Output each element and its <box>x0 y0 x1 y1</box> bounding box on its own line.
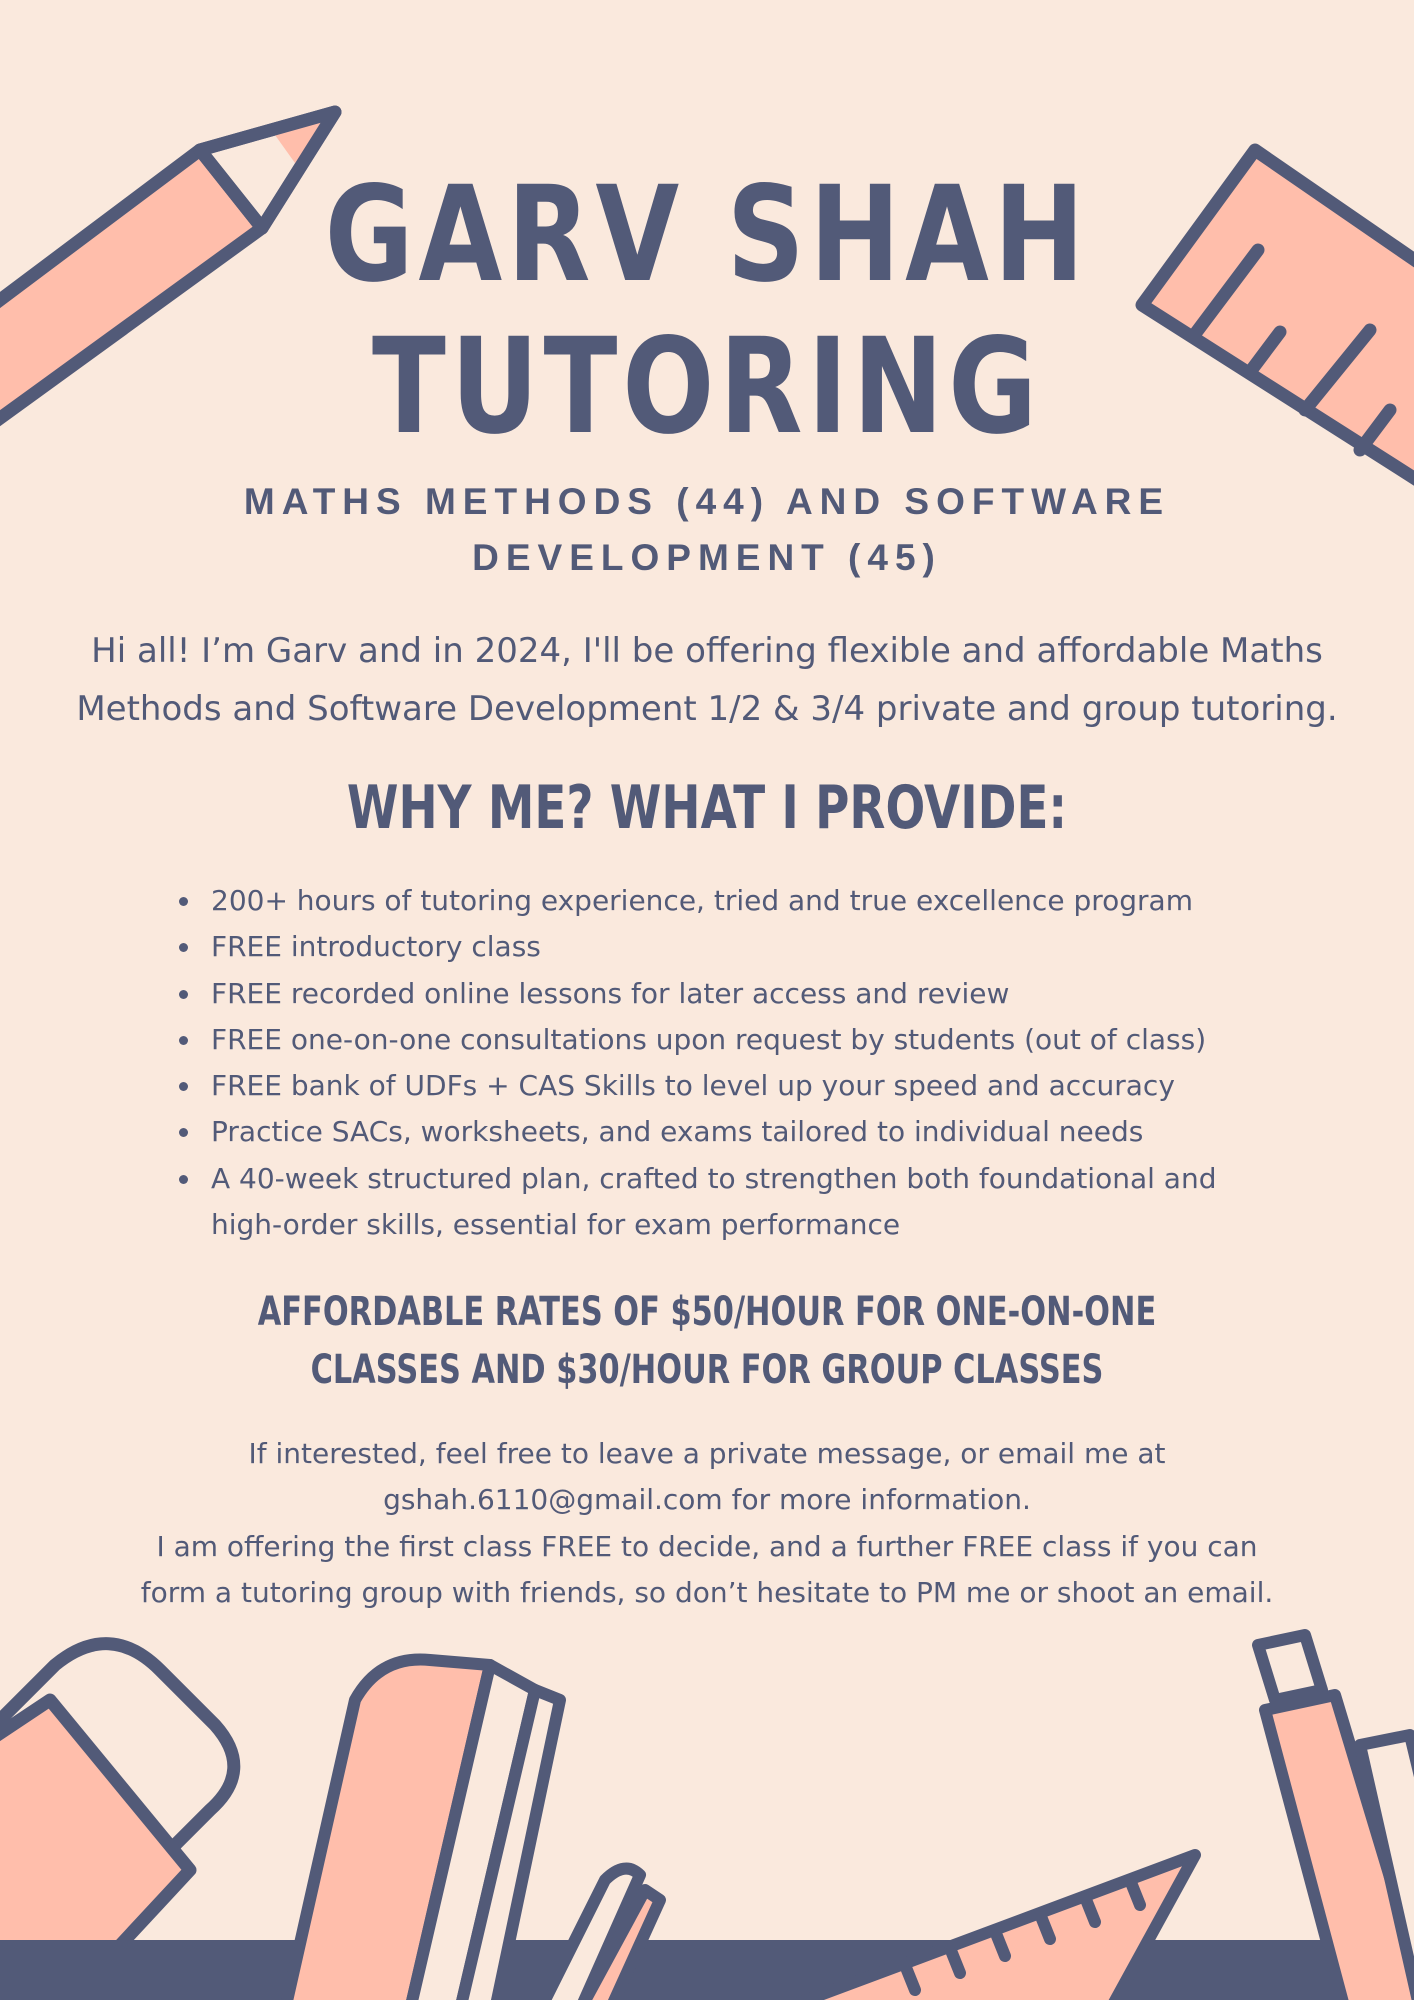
intro-line-1: Hi all! I’m Garv and in 2024, I'll be of… <box>91 631 1323 671</box>
list-item: Practice SACs, worksheets, and exams tai… <box>170 1109 1270 1155</box>
eraser-illustration <box>0 1637 241 2000</box>
list-item: FREE introductory class <box>170 924 1270 970</box>
subtitle-line-2: DEVELOPMENT (45) <box>472 537 942 578</box>
pen-illustration <box>1252 1629 1414 2000</box>
list-item: FREE bank of UDFs + CAS Skills to level … <box>170 1063 1270 1109</box>
list-item: A 40-week structured plan, crafted to st… <box>170 1156 1270 1249</box>
list-item: FREE one-on-one consultations upon reque… <box>170 1017 1270 1063</box>
page-title-line-1: GARV SHAH <box>324 158 1090 312</box>
page-title-line-2: TUTORING <box>372 310 1042 464</box>
rates-line-2: CLASSES AND $30/HOUR FOR GROUP CLASSES <box>310 1347 1104 1393</box>
intro-line-2: Methods and Software Development 1/2 & 3… <box>76 689 1338 729</box>
contact-line-4: form a tutoring group with friends, so d… <box>140 1576 1274 1609</box>
stationery-pile-illustration <box>281 1653 666 2000</box>
list-item: 200+ hours of tutoring experience, tried… <box>170 878 1270 924</box>
provide-heading: WHY ME? WHAT I PROVIDE: <box>346 773 1068 843</box>
contact-line-1: If interested, feel free to leave a priv… <box>248 1437 1166 1470</box>
benefits-list: 200+ hours of tutoring experience, tried… <box>170 878 1270 1248</box>
bottom-band <box>0 1940 1414 2000</box>
rates-line-1: AFFORDABLE RATES OF $50/HOUR FOR ONE-ON-… <box>257 1289 1157 1335</box>
contact-email-line: gshah.6110@gmail.com for more informatio… <box>383 1483 1031 1516</box>
list-item: FREE recorded online lessons for later a… <box>170 971 1270 1017</box>
subtitle-line-1: MATHS METHODS (44) AND SOFTWARE <box>243 481 1171 522</box>
triangle-ruler-illustration <box>789 1849 1201 2000</box>
contact-line-3: I am offering the first class FREE to de… <box>156 1530 1258 1563</box>
